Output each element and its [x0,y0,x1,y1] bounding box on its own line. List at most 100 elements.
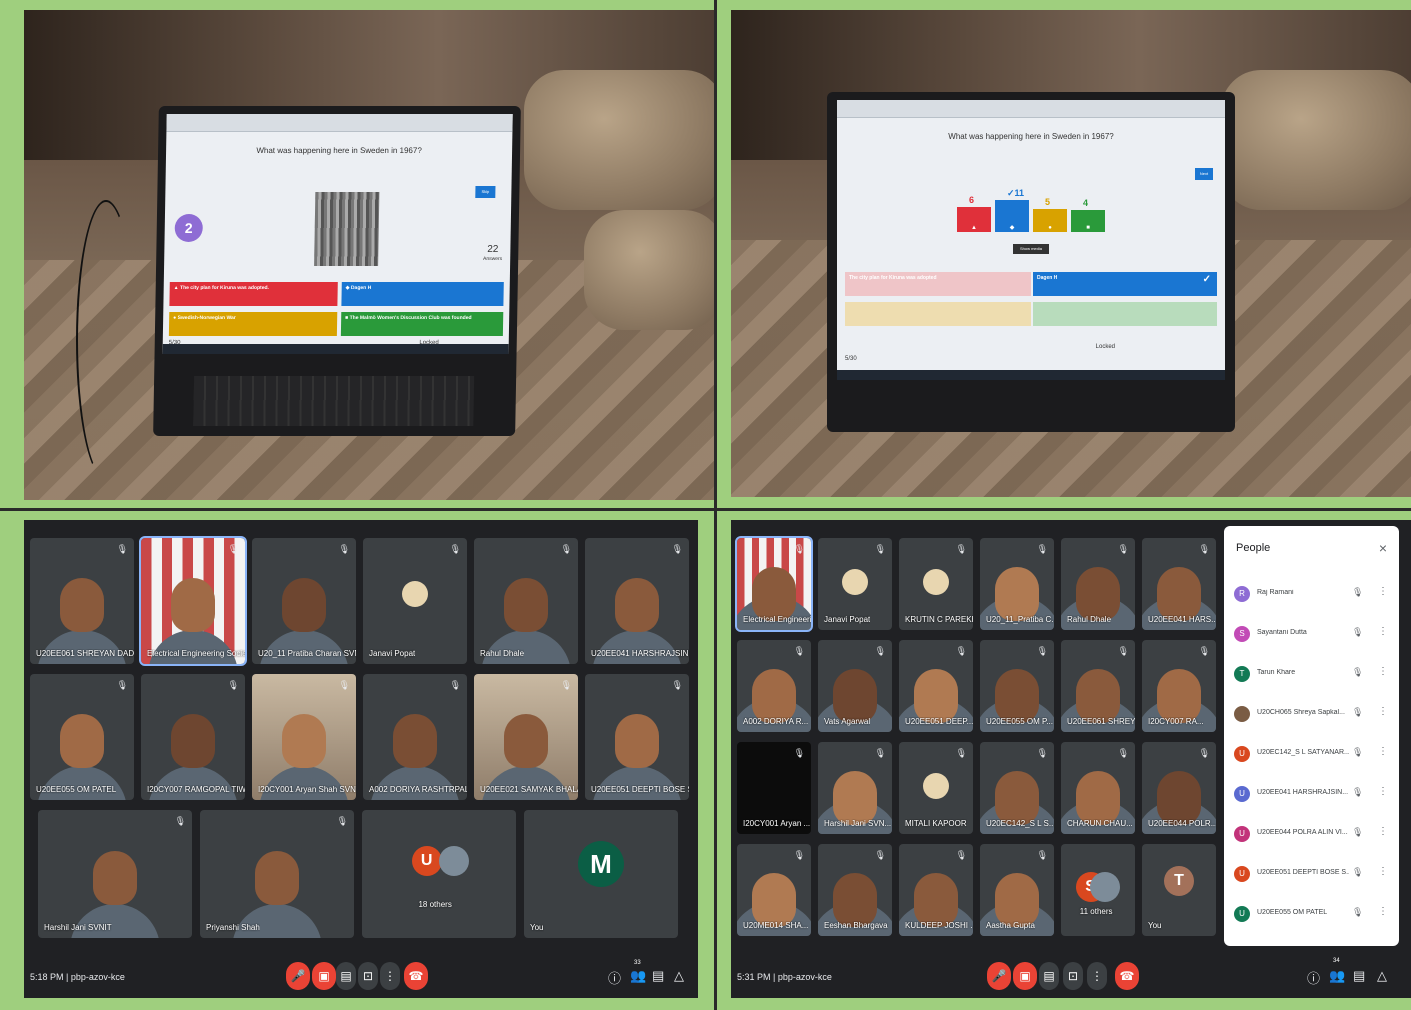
more-vert-icon[interactable]: ⋮ [1378,826,1388,837]
activities-icon[interactable]: △ [1377,968,1387,984]
answer-option-yellow[interactable]: ● Swedish-Norwegian War [168,312,338,336]
camera-off-button[interactable]: ▣ [1013,962,1037,990]
present-button[interactable]: ⊡ [358,962,378,990]
mic-off-button[interactable]: 🎤 [286,962,310,990]
info-icon[interactable]: ⓘ [1307,968,1320,987]
more-vert-icon[interactable]: ⋮ [1378,586,1388,597]
participant-tile[interactable]: 🎙 Rahul Dhale [1061,538,1135,630]
participant-tile[interactable]: 🎙 U20_11 Pratiba Charan SVNIT [252,538,356,664]
more-vert-icon[interactable]: ⋮ [1378,786,1388,797]
participant-tile[interactable]: 🎙 Harshil Jani SVN... [818,742,892,834]
chat-icon[interactable]: ▤ [1353,968,1365,984]
more-vert-icon[interactable]: ⋮ [1378,706,1388,717]
participant-tile[interactable]: U 18 others [362,810,516,938]
captions-button[interactable]: ▤ [336,962,356,990]
participant-tile[interactable]: 🎙 Janavi Popat [363,538,467,664]
person-face [833,771,877,826]
more-options-button[interactable]: ⋮ [380,962,400,990]
answer-option-blue[interactable]: ◆ Dagen H [341,282,504,306]
participant-tile[interactable]: 🎙 Harshil Jani SVNIT [38,810,192,938]
participant-tile[interactable]: 🎙 U20EE061 SHREYAN DADHIC... [30,538,134,664]
participant-tile[interactable]: 🎙 U20EE055 OM P... [980,640,1054,732]
person-face [995,567,1039,622]
participant-tile[interactable]: 🎙 U20EE021 SAMYAK BHALANI [474,674,578,800]
people-icon[interactable]: 👥 [1329,968,1345,984]
mic-off-icon[interactable]: 🎙 [1352,587,1363,598]
chat-icon[interactable]: ▤ [652,968,664,984]
participant-tile[interactable]: 🎙 U20EE055 OM PATEL [30,674,134,800]
participant-tile[interactable]: 🎙 I20CY001 Aryan ... [737,742,811,834]
participant-tile[interactable]: 🎙 U20EE051 DEEP... [899,640,973,732]
more-vert-icon[interactable]: ⋮ [1378,626,1388,637]
participant-tile[interactable]: 🎙 Vats Agarwal [818,640,892,732]
participant-tile[interactable]: 🎙 Electrical Engineeri... [735,536,813,632]
participant-tile[interactable]: 🎙 CHARUN CHAU... [1061,742,1135,834]
close-icon[interactable]: × [1379,540,1387,556]
participant-tile[interactable]: S11 others [1061,844,1135,936]
people-list-item[interactable]: U U20EE051 DEEPTI BOSE S... 🎙 ⋮ [1234,864,1392,888]
end-call-button[interactable]: ☎ [404,962,428,990]
participant-tile[interactable]: 🎙 I20CY007 RA... [1142,640,1216,732]
participant-tile[interactable]: 🎙 Rahul Dhale [474,538,578,664]
mic-off-icon[interactable]: 🎙 [1352,827,1363,838]
participant-tile[interactable]: 🎙 Electrical Engineering Society [139,536,247,666]
participant-tile[interactable]: 🎙 Eeshan Bhargava [818,844,892,936]
answer-option-green[interactable]: ■ The Malmö Women's Discussion Club was … [340,312,504,336]
participant-tile[interactable]: 🎙 U20EE051 DEEPTI BOSE SVNIT [585,674,689,800]
participant-tile[interactable]: 🎙 Priyanshi Shah [200,810,354,938]
mic-off-icon[interactable]: 🎙 [1352,747,1363,758]
more-vert-icon[interactable]: ⋮ [1378,906,1388,917]
people-list-item[interactable]: U U20EC142_S L SATYANAR... 🎙 ⋮ [1234,744,1392,768]
skip-button[interactable]: Skip [475,186,496,198]
more-vert-icon[interactable]: ⋮ [1378,746,1388,757]
mic-off-icon[interactable]: 🎙 [1352,707,1363,718]
participant-tile[interactable]: 🎙 U20EE041 HARS... [1142,538,1216,630]
info-icon[interactable]: ⓘ [608,968,621,987]
participant-tile[interactable]: 🎙 Aastha Gupta [980,844,1054,936]
participant-tile[interactable]: 🎙 U20EC142_S L S... [980,742,1054,834]
participant-tile[interactable]: 🎙 U20_11_Pratiba C... [980,538,1054,630]
people-list-item[interactable]: S Sayantani Dutta 🎙 ⋮ [1234,624,1392,648]
more-vert-icon[interactable]: ⋮ [1378,866,1388,877]
participant-tile[interactable]: 🎙 U20EE041 HARSHRAJSINH G [585,538,689,664]
people-list-item[interactable]: U20CH065 Shreya Sapkal... 🎙 ⋮ [1234,704,1392,728]
people-list-item[interactable]: U U20EE044 POLRA ALIN VI... 🎙 ⋮ [1234,824,1392,848]
show-media-button[interactable]: Show media [1013,244,1049,254]
participant-tile[interactable]: 🎙 U20ME014 SHA... [737,844,811,936]
participant-tile[interactable]: 🎙 MITALI KAPOOR [899,742,973,834]
next-button[interactable]: Next [1195,168,1213,180]
participant-tile[interactable]: 🎙 I20CY007 RAMGOPAL TIWAR... [141,674,245,800]
mic-off-button[interactable]: 🎤 [987,962,1011,990]
participant-tile[interactable]: 🎙 A002 DORIYA R... [737,640,811,732]
more-options-button[interactable]: ⋮ [1087,962,1107,990]
person-name: U20EE055 OM PATEL [1257,909,1328,916]
participant-tile[interactable]: 🎙 I20CY001 Aryan Shah SVNIT [252,674,356,800]
mic-off-icon[interactable]: 🎙 [1352,787,1363,798]
os-taskbar [162,344,509,354]
people-icon[interactable]: 👥 [630,968,646,984]
more-vert-icon[interactable]: ⋮ [1378,666,1388,677]
mic-off-icon[interactable]: 🎙 [1352,627,1363,638]
people-list-item[interactable]: R Raj Ramani 🎙 ⋮ [1234,584,1392,608]
participant-tile[interactable]: 🎙 KRUTIN C PAREKH [899,538,973,630]
answer-option-red[interactable]: ▲ The city plan for Kiruna was adopted. [169,282,338,306]
people-list-item[interactable]: T Tarun Khare 🎙 ⋮ [1234,664,1392,688]
person-body [148,630,238,664]
participant-tile[interactable]: 🎙 U20EE061 SHREY... [1061,640,1135,732]
present-button[interactable]: ⊡ [1063,962,1083,990]
participant-tile[interactable]: 🎙 U20EE044 POLR... [1142,742,1216,834]
participant-tile[interactable]: 🎙 A002 DORIYA RASHTRPAL DE... [363,674,467,800]
participant-tile[interactable]: M You [524,810,678,938]
mic-off-icon[interactable]: 🎙 [1352,907,1363,918]
activities-icon[interactable]: △ [674,968,684,984]
people-list-item[interactable]: U U20EE041 HARSHRAJSIN... 🎙 ⋮ [1234,784,1392,808]
participant-tile[interactable]: 🎙 Janavi Popat [818,538,892,630]
participant-tile[interactable]: T You [1142,844,1216,936]
participant-tile[interactable]: 🎙 KULDEEP JOSHI ... [899,844,973,936]
captions-button[interactable]: ▤ [1039,962,1059,990]
people-list-item[interactable]: U U20EE055 OM PATEL 🎙 ⋮ [1234,904,1392,928]
end-call-button[interactable]: ☎ [1115,962,1139,990]
camera-off-button[interactable]: ▣ [312,962,336,990]
mic-off-icon[interactable]: 🎙 [1352,667,1363,678]
mic-off-icon[interactable]: 🎙 [1352,867,1363,878]
